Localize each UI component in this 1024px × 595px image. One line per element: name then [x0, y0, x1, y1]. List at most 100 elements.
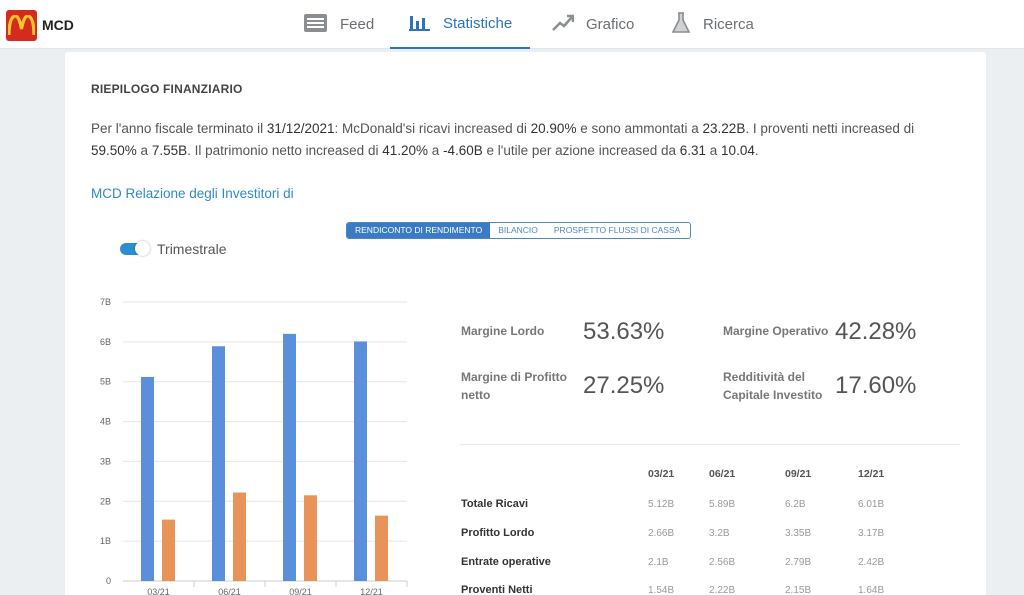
equity-value: -4.60B — [443, 143, 483, 158]
table-cell: 2.79B — [785, 557, 812, 568]
statement-option-balance[interactable]: BILANCIO — [490, 223, 546, 238]
table-row-label: Totale Ricavi — [461, 498, 529, 510]
eps-from: 6.31 — [679, 143, 707, 158]
summary-text: . I proventi netti increased di — [745, 121, 915, 136]
table-cell: 2.56B — [709, 557, 736, 568]
table-cell: 2.15B — [785, 585, 812, 595]
divider — [460, 444, 960, 445]
chart-y-tick-label: 0 — [106, 576, 111, 586]
net-income-value: 7.55B — [151, 143, 188, 158]
chart-bar — [304, 495, 317, 581]
gross-margin-value: 53.63% — [583, 318, 665, 345]
table-cell: 2.22B — [709, 585, 736, 595]
net-income-growth: 59.50% — [91, 143, 137, 158]
table-row-label: Entrate operative — [461, 556, 551, 568]
summary-text: a — [706, 143, 722, 158]
toggle-knob — [135, 241, 150, 256]
section-title: RIEPILOGO FINANZIARIO — [91, 82, 243, 96]
equity-growth: 41.20% — [382, 143, 428, 158]
chart-bar — [375, 515, 388, 581]
chart-y-tick-label: 6B — [100, 337, 111, 347]
table-cell: 6.01B — [858, 499, 885, 510]
revenue-value: 23.22B — [702, 121, 746, 136]
table-cell: 1.64B — [858, 585, 885, 595]
operating-margin-value: 42.28% — [835, 318, 917, 345]
table-row-label: Proventi Netti — [461, 584, 533, 595]
quarterly-toggle[interactable] — [120, 241, 150, 256]
table-cell: 6.2B — [785, 499, 806, 510]
table-cell: 2.42B — [858, 557, 885, 568]
table-cell: 3.2B — [709, 528, 730, 539]
roic-label: Redditività del Capitale Investito — [723, 368, 822, 404]
table-cell: 3.35B — [785, 528, 812, 539]
tab-feed-label: Feed — [340, 16, 375, 33]
chart-bar — [233, 492, 246, 581]
table-header: 12/21 — [858, 468, 885, 480]
summary-text: . Il patrimonio netto increased di — [187, 143, 383, 158]
summary-text: a — [136, 143, 152, 158]
financial-summary-card: RIEPILOGO FINANZIARIO Per l'anno fiscale… — [65, 52, 986, 595]
table-cell: 5.89B — [709, 499, 736, 510]
table-row-label: Profitto Lordo — [461, 527, 535, 539]
chart-x-tick-label: 06/21 — [218, 587, 241, 595]
roic-value: 17.60% — [835, 372, 917, 399]
summary-text: e sono ammontati a — [576, 121, 703, 136]
chart-y-tick-label: 3B — [100, 456, 111, 466]
quarterly-toggle-label: Trimestrale — [157, 241, 227, 257]
tab-grafico[interactable]: Grafico — [552, 0, 642, 49]
fiscal-year-end: 31/12/2021 — [266, 121, 335, 136]
revenue-income-chart: 0 1B 2B 3B 4B 5B 6B 7B 03/21 06/21 09/21 12/21 — [100, 297, 408, 595]
net-profit-margin-label-line2: netto — [461, 388, 491, 402]
table-header: 03/21 — [648, 468, 675, 480]
chart-y-tick-label: 1B — [100, 536, 111, 546]
table-header: 06/21 — [709, 468, 736, 480]
chart-x-tick-label: 09/21 — [289, 587, 312, 595]
summary-text: Per l'anno fiscale terminato il — [91, 121, 267, 136]
trend-up-icon — [552, 14, 575, 36]
chart-bar — [141, 376, 154, 581]
summary-text: . — [754, 143, 759, 158]
investor-relations-link[interactable]: MCD Relazione degli Investitori di — [91, 186, 294, 201]
summary-text: i ricavi increased di — [412, 121, 531, 136]
statement-option-cashflow[interactable]: PROSPETTO FLUSSI DI CASSA — [546, 223, 688, 238]
table-cell: 2.1B — [648, 557, 669, 568]
chart-bar — [212, 346, 225, 581]
tab-statistiche-label: Statistiche — [443, 15, 513, 32]
tab-feed[interactable]: Feed — [303, 0, 383, 49]
top-bar: MCD Feed Statistiche Grafico Ricerca — [0, 0, 1024, 49]
table-cell: 1.54B — [648, 585, 675, 595]
statement-switcher: RENDICONTO DI RENDIMENTO BILANCIO PROSPE… — [346, 222, 691, 239]
chart-bar — [354, 341, 367, 581]
bar-chart-icon — [409, 13, 431, 35]
chart-x-tick-label: 12/21 — [360, 587, 383, 595]
table-cell: 2.66B — [648, 528, 675, 539]
tab-grafico-label: Grafico — [586, 16, 635, 33]
chart-x-tick-label: 03/21 — [147, 587, 170, 595]
newspaper-icon — [303, 13, 328, 37]
revenue-growth: 20.90% — [530, 121, 577, 136]
net-profit-margin-label: Margine di Profitto netto — [461, 368, 567, 404]
table-cell: 5.12B — [648, 499, 675, 510]
net-profit-margin-value: 27.25% — [583, 372, 665, 399]
chart-y-tick-label: 2B — [100, 496, 111, 506]
chart-bar — [162, 519, 175, 581]
statement-option-income[interactable]: RENDICONTO DI RENDIMENTO — [347, 223, 491, 238]
tab-ricerca[interactable]: Ricerca — [671, 0, 761, 49]
tab-statistiche[interactable]: Statistiche — [390, 0, 530, 49]
summary-text: a — [428, 143, 444, 158]
summary-text: e l'utile per azione increased da — [482, 143, 680, 158]
chart-y-tick-label: 4B — [100, 417, 111, 427]
roic-label-line2: Capitale Investito — [723, 388, 823, 402]
chart-bar — [283, 333, 296, 581]
roic-label-line1: Redditività del — [723, 370, 806, 384]
tab-ricerca-label: Ricerca — [703, 16, 754, 33]
gross-margin-label: Margine Lordo — [461, 324, 545, 338]
net-profit-margin-label-line1: Margine di Profitto — [461, 370, 567, 384]
table-cell: 3.17B — [858, 528, 885, 539]
mcdonalds-logo-icon[interactable] — [6, 10, 37, 41]
flask-icon — [671, 11, 691, 38]
eps-to: 10.04 — [721, 143, 755, 158]
ticker-symbol: MCD — [42, 17, 74, 33]
chart-y-tick-label: 7B — [100, 297, 111, 307]
table-header: 09/21 — [785, 468, 812, 480]
